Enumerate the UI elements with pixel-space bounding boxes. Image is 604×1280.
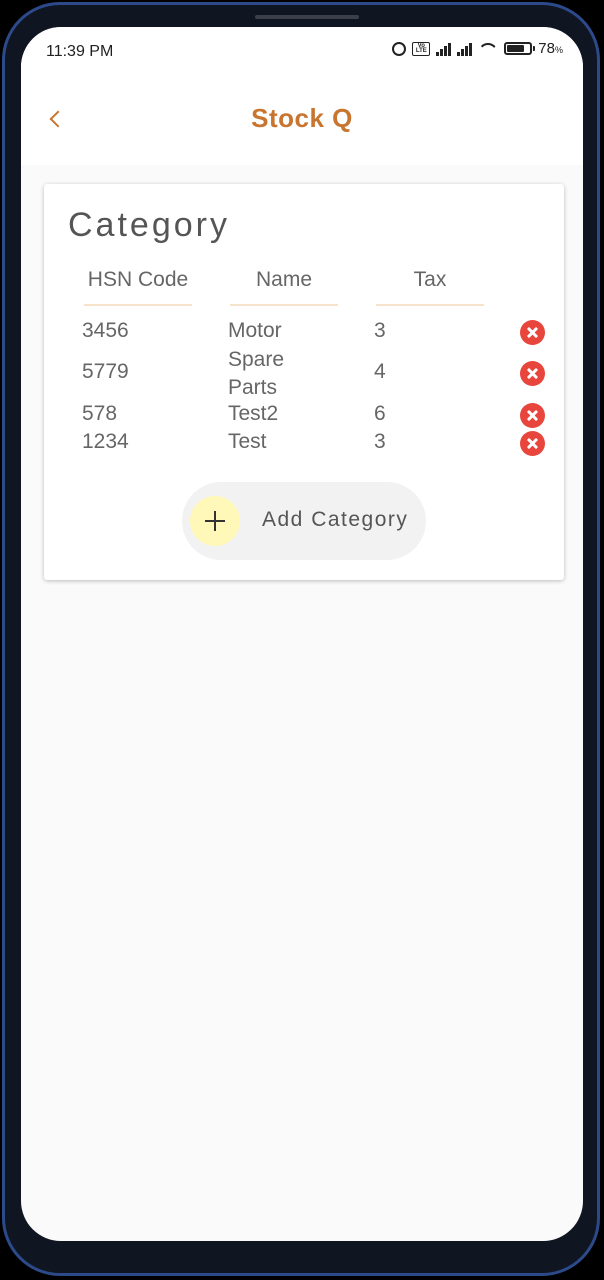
close-circle-icon[interactable]	[520, 403, 545, 428]
cell-hsn: 578	[82, 402, 118, 425]
close-circle-icon[interactable]	[520, 361, 545, 386]
close-circle-icon[interactable]	[520, 320, 545, 345]
battery-level: 78%	[538, 40, 563, 57]
cell-tax: 4	[374, 360, 386, 383]
column-header-hsn: HSN Code	[84, 268, 192, 306]
cell-hsn: 1234	[82, 430, 129, 453]
cell-hsn: 5779	[82, 360, 129, 383]
status-icons: Vo LTE 78%	[392, 40, 563, 57]
cell-tax: 3	[374, 319, 386, 342]
cell-name: Test2	[228, 402, 279, 425]
card-title: Category	[68, 206, 230, 244]
plus-circle	[190, 496, 240, 546]
cell-hsn: 3456	[82, 319, 129, 342]
speaker-grille	[255, 15, 359, 19]
column-header-tax: Tax	[376, 268, 484, 306]
cell-name: Test	[228, 430, 267, 453]
app-bar: Stock Q	[21, 77, 583, 165]
category-card: Category HSN Code Name Tax 3456 Motor 3 …	[44, 184, 564, 580]
cell-tax: 3	[374, 430, 386, 453]
status-time: 11:39 PM	[46, 43, 114, 60]
cell-name: Spare Parts	[228, 348, 285, 399]
signal-icon	[457, 42, 473, 56]
cell-tax: 6	[374, 402, 386, 425]
signal-icon	[436, 42, 452, 56]
battery-icon	[504, 42, 536, 55]
cell-name: Motor	[228, 319, 282, 342]
add-category-button[interactable]: Add Category	[182, 482, 426, 560]
wifi-icon	[478, 42, 498, 56]
status-bar: 11:39 PM Vo LTE 78%	[21, 27, 583, 77]
add-category-label: Add Category	[262, 508, 409, 531]
volte-icon: Vo LTE	[412, 41, 431, 56]
close-circle-icon[interactable]	[520, 431, 545, 456]
column-header-name: Name	[230, 268, 338, 306]
page-title: Stock Q	[251, 103, 353, 133]
screen: 11:39 PM Vo LTE 78% Stock Q Category HSN…	[21, 27, 583, 1241]
alarm-icon	[392, 41, 407, 56]
plus-icon	[205, 511, 225, 531]
